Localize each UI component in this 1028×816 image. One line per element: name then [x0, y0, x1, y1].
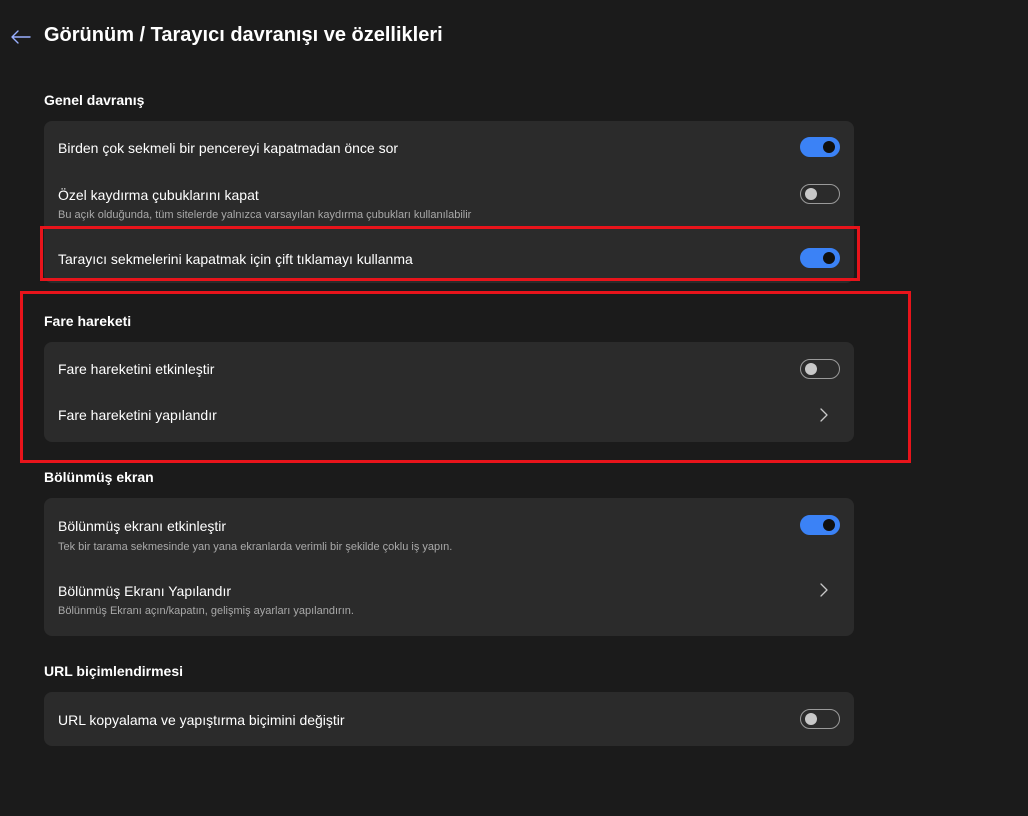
setting-label: Birden çok sekmeli bir pencereyi kapatma…	[58, 140, 399, 156]
setting-row-configure-mouse-gesture[interactable]: Fare hareketini yapılandır	[44, 392, 854, 442]
setting-label: URL kopyalama ve yapıştırma biçimini değ…	[58, 712, 345, 728]
double-click-close-tabs-toggle[interactable]	[800, 248, 840, 268]
toggle-knob	[823, 519, 835, 531]
section-title-general: Genel davranış	[44, 92, 145, 108]
setting-row-url-copy-paste-format: URL kopyalama ve yapıştırma biçimini değ…	[44, 692, 854, 746]
toggle-knob	[805, 363, 817, 375]
setting-description: Tek bir tarama sekmesinde yan yana ekran…	[58, 541, 453, 553]
setting-row-custom-scrollbars: Özel kaydırma çubuklarını kapat Bu açık …	[44, 173, 854, 225]
chevron-right-icon[interactable]	[816, 582, 832, 598]
setting-row-configure-split-screen[interactable]: Bölünmüş Ekranı Yapılandır Bölünmüş Ekra…	[44, 562, 854, 636]
setting-row-double-click-close-tabs: Tarayıcı sekmelerini kapatmak için çift …	[44, 231, 854, 283]
toggle-knob	[805, 188, 817, 200]
setting-label: Tarayıcı sekmelerini kapatmak için çift …	[58, 251, 413, 267]
section-title-split-screen: Bölünmüş ekran	[44, 469, 154, 485]
chevron-right-icon[interactable]	[816, 407, 832, 423]
custom-scrollbars-toggle[interactable]	[800, 184, 840, 204]
card-general: Birden çok sekmeli bir pencereyi kapatma…	[44, 121, 854, 283]
setting-description: Bölünmüş Ekranı açın/kapatın, gelişmiş a…	[58, 605, 354, 617]
setting-label: Fare hareketini etkinleştir	[58, 361, 215, 377]
setting-label: Fare hareketini yapılandır	[58, 407, 217, 423]
setting-description: Bu açık olduğunda, tüm sitelerde yalnızc…	[58, 209, 472, 221]
back-button[interactable]	[6, 22, 36, 52]
page-header: Görünüm / Tarayıcı davranışı ve özellikl…	[0, 18, 1028, 58]
card-mouse-gesture: Fare hareketini etkinleştir Fare hareket…	[44, 342, 854, 442]
setting-label: Bölünmüş ekranı etkinleştir	[58, 518, 227, 534]
page-title: Görünüm / Tarayıcı davranışı ve özellikl…	[44, 24, 443, 46]
url-copy-paste-format-toggle[interactable]	[800, 709, 840, 729]
enable-mouse-gesture-toggle[interactable]	[800, 359, 840, 379]
toggle-knob	[805, 713, 817, 725]
settings-page: Görünüm / Tarayıcı davranışı ve özellikl…	[0, 0, 1028, 816]
section-title-url-formatting: URL biçimlendirmesi	[44, 663, 184, 679]
card-split-screen: Bölünmüş ekranı etkinleştir Tek bir tara…	[44, 498, 854, 636]
setting-label: Özel kaydırma çubuklarını kapat	[58, 187, 259, 203]
enable-split-screen-toggle[interactable]	[800, 515, 840, 535]
setting-row-ask-before-closing: Birden çok sekmeli bir pencereyi kapatma…	[44, 121, 854, 173]
setting-row-enable-split-screen: Bölünmüş ekranı etkinleştir Tek bir tara…	[44, 498, 854, 562]
arrow-left-icon	[11, 30, 31, 44]
card-url-formatting: URL kopyalama ve yapıştırma biçimini değ…	[44, 692, 854, 746]
toggle-knob	[823, 252, 835, 264]
setting-label: Bölünmüş Ekranı Yapılandır	[58, 583, 232, 599]
toggle-knob	[823, 141, 835, 153]
section-title-mouse-gesture: Fare hareketi	[44, 313, 132, 329]
setting-row-enable-mouse-gesture: Fare hareketini etkinleştir	[44, 342, 854, 392]
ask-before-closing-toggle[interactable]	[800, 137, 840, 157]
